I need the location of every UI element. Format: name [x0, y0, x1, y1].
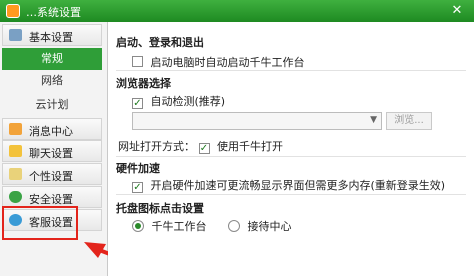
tray-radio-workbench-label: 千牛工作台 — [151, 220, 207, 233]
sidebar-item-message-center[interactable]: 消息中心 — [2, 118, 102, 140]
section-title-tray: 托盘图标点击设置 — [116, 202, 204, 215]
tray-radio-reception-label: 接待中心 — [247, 220, 292, 233]
tray-radio-workbench[interactable] — [132, 220, 144, 232]
sidebar-item-label: 消息中心 — [29, 125, 73, 138]
sidebar-item-label: 安全设置 — [29, 193, 73, 206]
browse-button[interactable]: 浏览... — [386, 112, 432, 130]
divider — [116, 70, 466, 71]
annotation-highlight-box — [2, 206, 78, 240]
chat-icon — [9, 145, 22, 157]
hardware-option-row: ✓ 开启硬件加速可更流畅显示界面但需更多内存(重新登录生效) — [132, 177, 445, 193]
sidebar-item-chat-settings[interactable]: 聊天设置 — [2, 140, 102, 162]
auto-detect-checkbox[interactable]: ✓ — [132, 98, 143, 109]
section-title-browser: 浏览器选择 — [116, 77, 171, 90]
chevron-down-icon: ▼ — [370, 115, 377, 125]
sidebar-item-label: 基本设置 — [29, 31, 73, 44]
tray-option-row: 千牛工作台 接待中心 — [132, 218, 292, 234]
use-qianniu-checkbox[interactable]: ✓ — [198, 143, 210, 154]
settings-content: 启动、登录和退出 启动电脑时自动启动千牛工作台 浏览器选择 ✓ 自动检测(推荐)… — [108, 22, 474, 276]
section-title-startup: 启动、登录和退出 — [116, 36, 204, 49]
tray-radio-reception[interactable] — [228, 220, 240, 232]
shield-icon — [9, 191, 22, 203]
url-open-label: 网址打开方式： — [118, 140, 195, 153]
sidebar-subitem-general[interactable]: 常规 — [2, 48, 102, 70]
auto-start-checkbox[interactable] — [132, 56, 143, 67]
app-logo-icon — [6, 4, 20, 18]
title-bar: …系统设置 ✕ — [0, 0, 474, 22]
sidebar-item-basic-settings[interactable]: 基本设置 — [2, 24, 102, 46]
hardware-accel-label: 开启硬件加速可更流畅显示界面但需更多内存(重新登录生效) — [150, 179, 446, 192]
auto-start-label: 启动电脑时自动启动千牛工作台 — [150, 56, 305, 69]
sidebar-item-label: 聊天设置 — [29, 147, 73, 160]
divider — [116, 156, 466, 157]
startup-option-row: 启动电脑时自动启动千牛工作台 — [132, 54, 305, 70]
section-title-hardware: 硬件加速 — [116, 162, 160, 175]
use-qianniu-label: 使用千牛打开 — [217, 140, 283, 153]
sidebar-item-label: 个性设置 — [29, 170, 73, 183]
auto-detect-label: 自动检测(推荐) — [150, 95, 226, 108]
window-title: …系统设置 — [26, 6, 81, 19]
divider — [116, 194, 466, 195]
hardware-accel-checkbox[interactable]: ✓ — [132, 182, 143, 193]
sidebar-subitem-network[interactable]: 网络 — [2, 70, 102, 92]
close-icon[interactable]: ✕ — [448, 2, 466, 20]
sidebar-subitem-cloud-plan[interactable]: 云计划 — [2, 94, 102, 116]
sidebar-item-security-settings[interactable]: 安全设置 — [2, 186, 102, 208]
auto-detect-row: ✓ 自动检测(推荐) — [132, 93, 225, 109]
gear-icon — [9, 29, 22, 41]
mail-icon — [9, 123, 22, 135]
browser-select[interactable]: ▼ — [132, 112, 382, 130]
sidebar-item-personal-settings[interactable]: 个性设置 — [2, 163, 102, 185]
url-open-row: 网址打开方式： ✓ 使用千牛打开 — [118, 138, 283, 154]
settings-window: …系统设置 ✕ 基本设置 常规 网络 云计划 消息中心 聊天设置 个性设置 安全… — [0, 0, 474, 276]
note-icon — [9, 168, 22, 180]
